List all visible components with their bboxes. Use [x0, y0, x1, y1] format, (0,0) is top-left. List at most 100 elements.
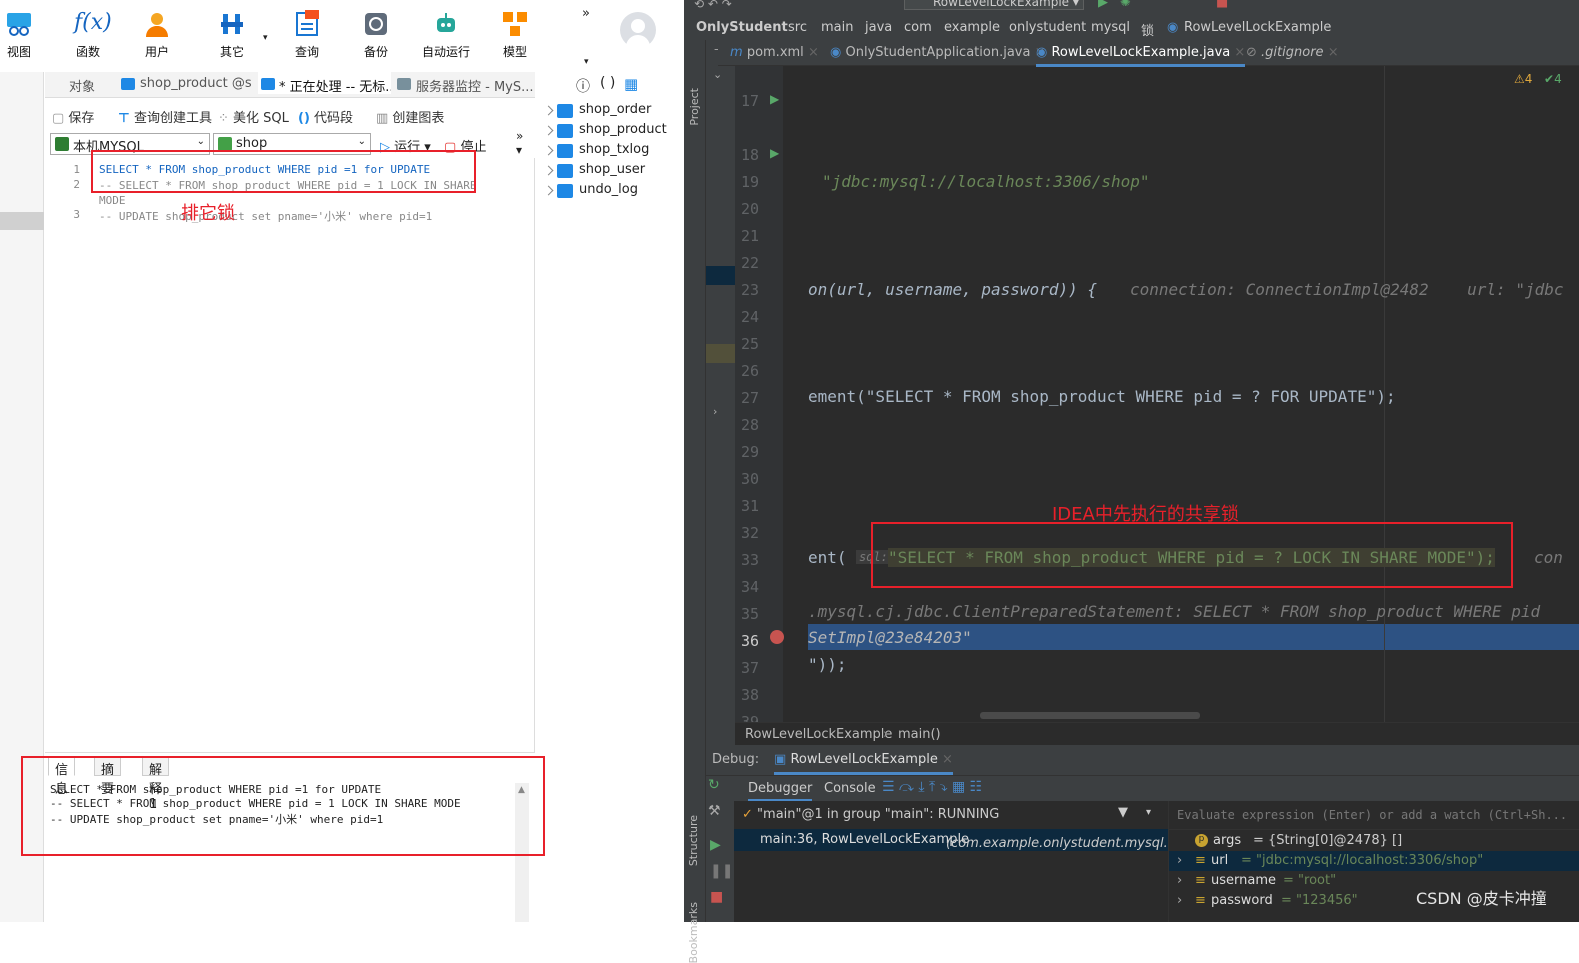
breadcrumb-item[interactable]: main: [821, 20, 853, 35]
selected-frame[interactable]: main:36, RowLevelLockExample (com.exampl…: [734, 829, 1186, 851]
actions-more-icon[interactable]: » ▾: [516, 129, 523, 157]
structure-tool-button[interactable]: Structure: [687, 815, 700, 866]
function-button[interactable]: f(x) 函数: [58, 10, 118, 60]
tab-debugger[interactable]: Debugger: [748, 781, 813, 802]
variable-row[interactable]: › ≡ url = "jdbc:mysql://localhost:3306/shop…: [1169, 851, 1579, 871]
toolbar-icons[interactable]: ⟲ ↶ ↷: [694, 0, 732, 11]
stop-icon[interactable]: ■: [1216, 0, 1228, 10]
ok-indicator[interactable]: ✔4: [1544, 72, 1562, 86]
ddl-icon[interactable]: ( ): [600, 75, 615, 91]
table-icon: [557, 124, 573, 138]
tab-rowlevellock[interactable]: ◉ RowLevelLockExample.java ×: [1036, 45, 1246, 67]
code-line-33: ent(: [808, 548, 847, 567]
view-button[interactable]: 视图: [0, 10, 49, 60]
debug-label: Debug:: [712, 752, 760, 767]
project-tool-button[interactable]: Project: [688, 88, 701, 126]
others-dropdown-icon[interactable]: ▾: [263, 33, 268, 43]
model-icon: [503, 12, 527, 36]
evaluate-expression-input[interactable]: Evaluate expression (Enter) or add a wat…: [1177, 808, 1577, 822]
nav-class[interactable]: RowLevelLockExample: [745, 727, 892, 742]
line-number: 20: [740, 200, 759, 218]
bookmarks-tool-button[interactable]: Bookmarks: [687, 902, 700, 963]
run-gutter-icon[interactable]: ▶: [770, 146, 779, 160]
nav-method[interactable]: main(): [898, 727, 941, 742]
chevron-right-icon[interactable]: ›: [1177, 853, 1182, 868]
robot-icon: [437, 13, 455, 32]
user-icon: [146, 13, 168, 37]
tab-gitignore[interactable]: ⊘ .gitignore ×: [1246, 45, 1339, 60]
pause-icon[interactable]: ❚❚: [710, 863, 733, 879]
avatar[interactable]: [620, 12, 656, 48]
automation-label: 自动运行: [421, 45, 470, 59]
user-button[interactable]: 用户: [127, 10, 187, 60]
horizontal-scrollbar[interactable]: [980, 712, 1200, 719]
tab-shop-product[interactable]: shop_product @s...: [121, 76, 253, 91]
query-builder-button[interactable]: ⊤ 查询创建工具: [118, 107, 212, 126]
breadcrumb-item[interactable]: 锁: [1141, 20, 1154, 39]
breadcrumb-item[interactable]: com: [904, 20, 932, 35]
create-chart-button[interactable]: ▥ 创建图表: [376, 107, 444, 126]
tab-objects[interactable]: 对象: [69, 76, 95, 95]
chevron-right-icon[interactable]: ›: [713, 405, 717, 418]
backup-button[interactable]: 备份: [346, 10, 406, 60]
grid-icon[interactable]: ▦: [624, 75, 638, 93]
stop-debug-icon[interactable]: ■: [710, 889, 723, 905]
chevron-down-icon[interactable]: ▾: [1146, 807, 1151, 818]
debug-icon[interactable]: ✺: [1120, 0, 1131, 10]
line-number: 25: [740, 335, 759, 353]
inline-debug-hint: connection: ConnectionImpl@2482 url: "jd…: [1130, 280, 1564, 299]
list-item[interactable]: shop_user: [545, 162, 667, 182]
filter-icon[interactable]: ▼: [1118, 805, 1128, 820]
variable-row[interactable]: p args = {String[0]@2478} []: [1169, 831, 1579, 851]
tab-server-monitor[interactable]: 服务器监控 - MyS...: [397, 76, 533, 95]
breadcrumb-item[interactable]: src: [788, 20, 807, 35]
save-button[interactable]: ▢ 保存: [52, 107, 94, 126]
breadcrumb-item[interactable]: java: [865, 20, 892, 35]
chevron-right-icon[interactable]: ›: [1177, 873, 1182, 888]
list-item[interactable]: undo_log: [545, 182, 667, 202]
tab-pom[interactable]: m pom.xml ×: [730, 45, 819, 60]
info-icon[interactable]: ⓘ: [576, 76, 590, 96]
beautify-sql-button[interactable]: ⁘ 美化 SQL: [218, 107, 289, 126]
sidebar-selection[interactable]: [0, 212, 44, 230]
table-name: shop_user: [579, 162, 646, 177]
toolbar-expand-icon[interactable]: ▾: [584, 57, 589, 67]
others-button[interactable]: 其它: [202, 10, 262, 60]
database-value: shop: [236, 136, 268, 151]
query-button[interactable]: 查询: [277, 10, 337, 60]
breadcrumb-item[interactable]: example: [944, 20, 1000, 35]
tab-query-editor[interactable]: * 正在处理 -- 无标...: [258, 72, 391, 94]
thread-selector[interactable]: ✓ "main"@1 in group "main": RUNNING: [742, 807, 999, 822]
automation-button[interactable]: 自动运行: [416, 10, 476, 60]
tab-console[interactable]: Console: [824, 781, 876, 796]
tools-icon: [221, 14, 243, 34]
class-icon: ◉: [1167, 20, 1179, 35]
settings-wrench-icon[interactable]: ⚒: [708, 803, 721, 819]
breadcrumb-item[interactable]: mysql: [1091, 20, 1130, 35]
inline-debug-hint: con: [1534, 548, 1563, 567]
beautify-label: 美化 SQL: [233, 111, 289, 126]
breadcrumb-project[interactable]: OnlyStudent: [696, 20, 788, 35]
run-icon[interactable]: ▶: [1098, 0, 1108, 10]
warnings-indicator[interactable]: ⚠4: [1514, 72, 1532, 86]
debug-session-tab[interactable]: ▣ RowLevelLockExample ×: [774, 752, 953, 775]
rerun-icon[interactable]: ↻: [708, 777, 720, 793]
snippet-button[interactable]: () 代码段: [298, 107, 353, 126]
list-item[interactable]: shop_order: [545, 102, 667, 122]
tab-application[interactable]: ◉ OnlyStudentApplication.java ×: [830, 45, 1046, 60]
toolbar-more-icon[interactable]: »: [582, 6, 590, 21]
list-item[interactable]: shop_txlog: [545, 142, 667, 162]
chevron-right-icon[interactable]: ›: [1177, 893, 1182, 908]
breadcrumb-item[interactable]: onlystudent: [1009, 20, 1086, 35]
sql-editor[interactable]: [45, 158, 535, 752]
breadcrumb-class[interactable]: RowLevelLockExample: [1184, 20, 1331, 35]
debug-step-icons[interactable]: ☰ ⤼ ⤓ ⤒ ⤵ ▦ ☷: [882, 779, 982, 795]
main-toolbar: 视图 f(x) 函数 用户 其它 ▾ 查询 备份 自动运行 模型 » ▾: [0, 0, 684, 72]
model-button[interactable]: 模型: [485, 10, 545, 60]
chevron-down-icon[interactable]: ⌄: [713, 68, 722, 81]
run-gutter-icon[interactable]: ▶: [770, 92, 779, 106]
run-config-select[interactable]: RowLevelLockExample ▾: [904, 0, 1084, 10]
breakpoint-icon[interactable]: [770, 630, 784, 644]
list-item[interactable]: shop_product: [545, 122, 667, 142]
resume-icon[interactable]: ▶: [710, 837, 721, 853]
